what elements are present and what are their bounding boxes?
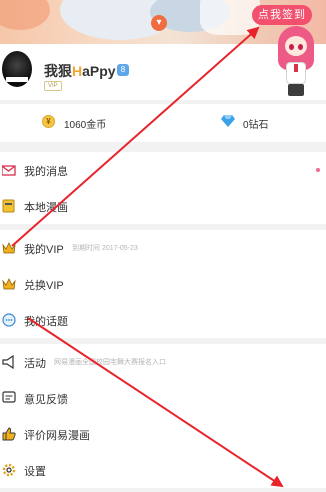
activity-subtitle: 网易漫画全国校园宅舞大赛报名入口 bbox=[54, 359, 166, 366]
book-icon bbox=[2, 199, 15, 213]
banner-art bbox=[0, 0, 50, 30]
avatar[interactable] bbox=[2, 51, 32, 87]
menu-item-label: 活动 bbox=[24, 358, 46, 370]
coin-icon: ¥ bbox=[42, 115, 55, 128]
wallet-bar: ¥ 1060金币 0钻石 bbox=[0, 104, 326, 142]
username: 我狠HaPpy bbox=[44, 61, 116, 81]
username-suffix: aPpy bbox=[82, 63, 116, 79]
banner-art bbox=[200, 0, 260, 35]
menu-item-label: 意见反馈 bbox=[24, 394, 68, 406]
menu-group-vip: 我的VIP 到期时间 2017-05-23 兑换VIP 我的话题 bbox=[0, 230, 326, 338]
menu-group-messages: 我的消息 本地漫画 bbox=[0, 152, 326, 224]
feedback-icon bbox=[2, 391, 16, 403]
vip-crown-icon bbox=[2, 278, 16, 290]
unread-dot bbox=[316, 168, 320, 172]
coin-balance[interactable]: 1060金币 bbox=[64, 116, 106, 131]
vip-expiry: 到期时间 2017-05-23 bbox=[72, 245, 138, 252]
mascot-character bbox=[274, 22, 318, 96]
menu-item-rate[interactable]: 评价网易漫画 bbox=[0, 416, 326, 452]
menu-item-my-vip[interactable]: 我的VIP 到期时间 2017-05-23 bbox=[0, 230, 326, 266]
gear-icon bbox=[2, 463, 16, 477]
menu-item-label: 设置 bbox=[24, 466, 46, 478]
menu-item-local-comics[interactable]: 本地漫画 bbox=[0, 188, 326, 224]
chevron-down-icon[interactable]: ▾ bbox=[151, 15, 167, 31]
menu-group-misc: 活动 网易漫画全国校园宅舞大赛报名入口 意见反馈 评价网易漫画 设置 bbox=[0, 344, 326, 488]
menu-item-label: 兑换VIP bbox=[24, 280, 64, 292]
username-prefix: 我狠 bbox=[44, 63, 72, 79]
level-badge: 8 bbox=[117, 64, 129, 76]
menu-item-settings[interactable]: 设置 bbox=[0, 452, 326, 488]
thumbs-up-icon bbox=[2, 427, 16, 441]
username-h: H bbox=[72, 63, 83, 79]
menu-item-label: 评价网易漫画 bbox=[24, 430, 90, 442]
menu-item-redeem-vip[interactable]: 兑换VIP bbox=[0, 266, 326, 302]
vip-tag: VIP bbox=[44, 81, 62, 91]
topic-chat-icon bbox=[2, 313, 16, 327]
menu-item-my-topics[interactable]: 我的话题 bbox=[0, 302, 326, 338]
sign-in-button[interactable]: 点我签到 bbox=[252, 5, 312, 25]
menu-item-label: 我的话题 bbox=[24, 316, 68, 328]
diamond-balance[interactable]: 0钻石 bbox=[243, 116, 269, 131]
menu-item-activity[interactable]: 活动 网易漫画全国校园宅舞大赛报名入口 bbox=[0, 344, 326, 380]
menu-item-label: 我的消息 bbox=[24, 166, 68, 178]
mail-icon bbox=[2, 165, 16, 176]
menu-item-feedback[interactable]: 意见反馈 bbox=[0, 380, 326, 416]
menu-item-messages[interactable]: 我的消息 bbox=[0, 152, 326, 188]
vip-crown-icon bbox=[2, 242, 16, 254]
menu-item-label: 我的VIP bbox=[24, 244, 64, 256]
megaphone-icon bbox=[2, 355, 14, 369]
diamond-icon bbox=[221, 115, 235, 127]
menu-item-label: 本地漫画 bbox=[24, 202, 68, 214]
